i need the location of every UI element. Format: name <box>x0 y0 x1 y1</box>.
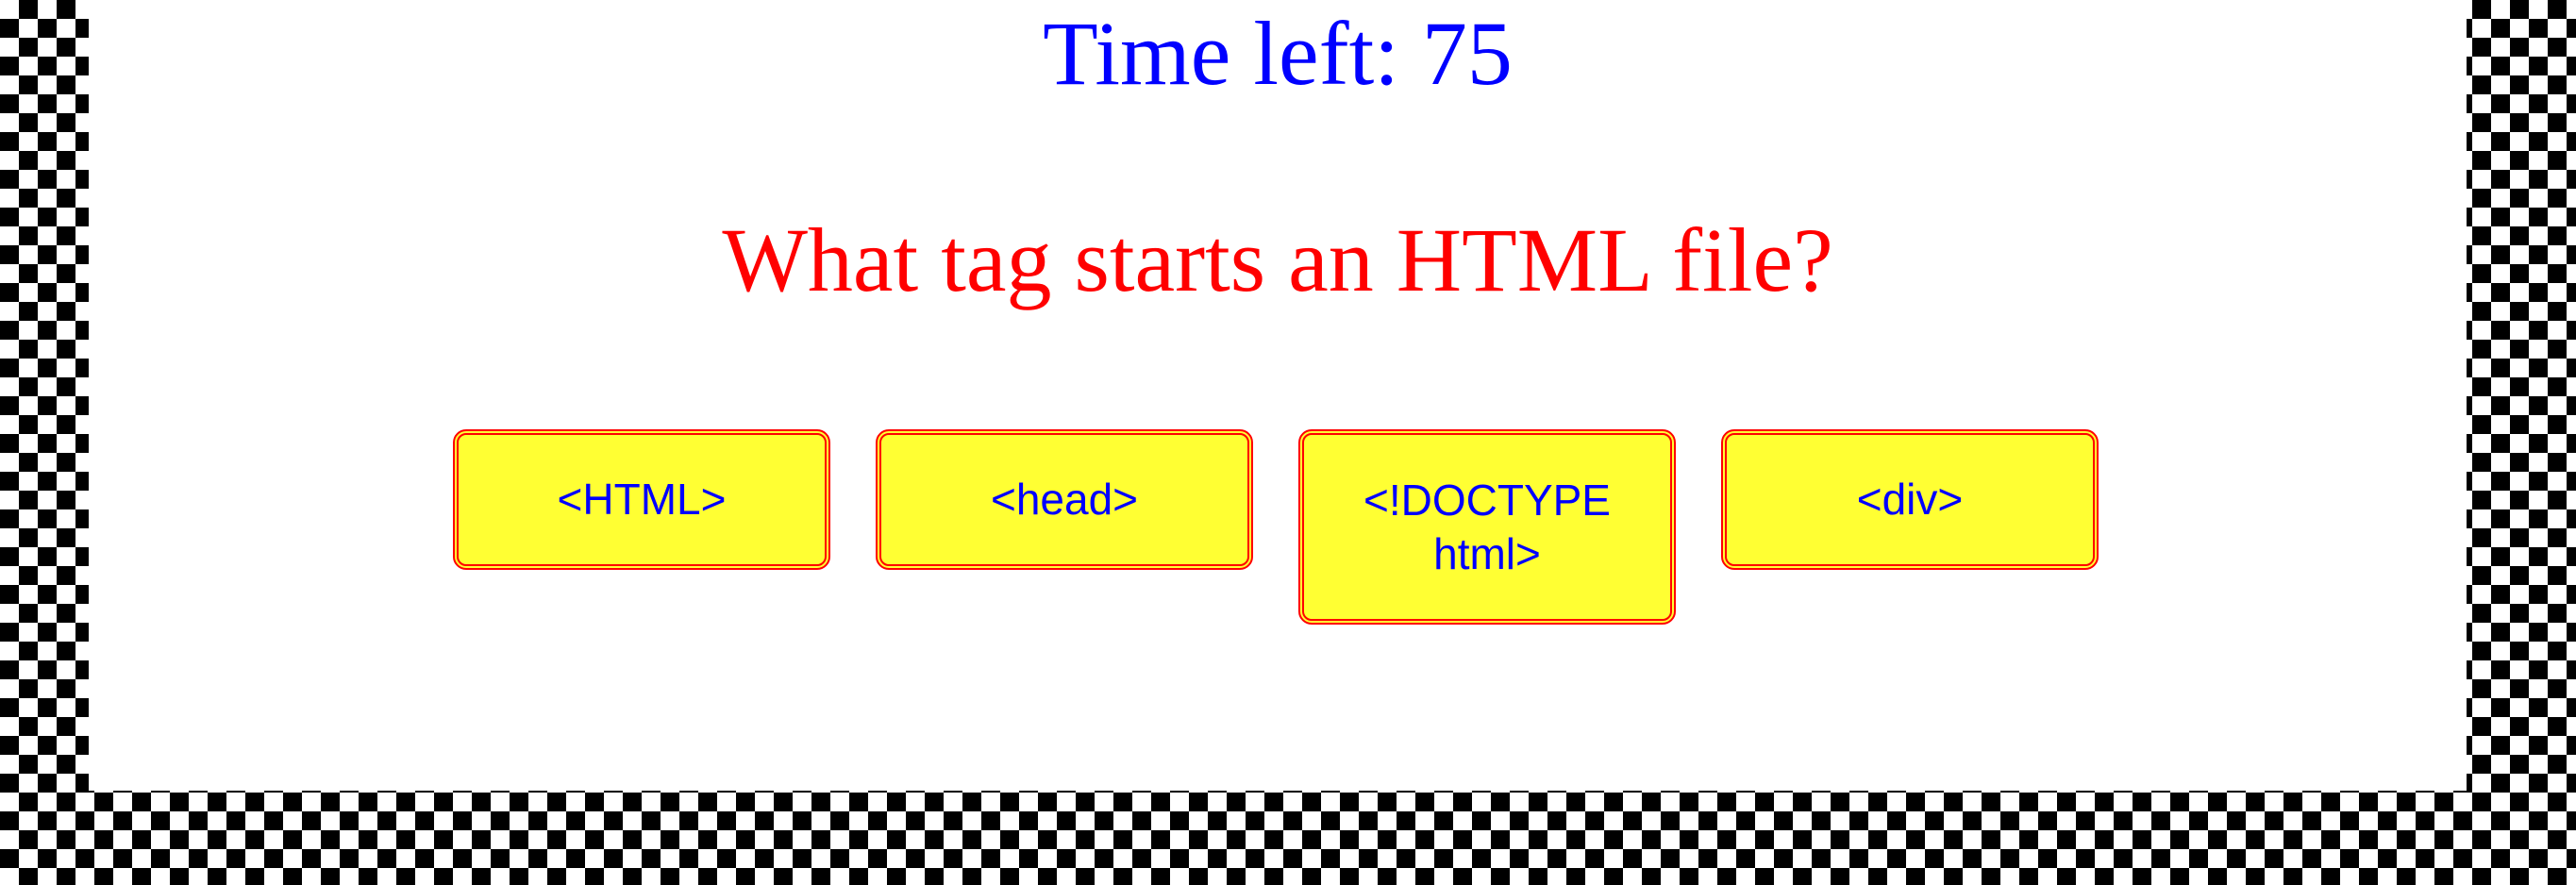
timer-display: Time left: 75 <box>89 2 2467 106</box>
timer-label: Time left: <box>1043 3 1399 104</box>
game-page: { "timer": { "label": "Time left:", "val… <box>0 0 2576 885</box>
timer-value: 75 <box>1421 3 1513 104</box>
answer-button-div[interactable]: <div> <box>1721 429 2099 570</box>
game-area: Time left: 75 What tag starts an HTML fi… <box>89 0 2467 791</box>
answer-button-head[interactable]: <head> <box>876 429 1253 570</box>
answer-button-html[interactable]: <HTML> <box>453 429 830 570</box>
question-text: What tag starts an HTML file? <box>722 209 1833 310</box>
answer-button-doctype[interactable]: <!DOCTYPE html> <box>1298 429 1676 625</box>
